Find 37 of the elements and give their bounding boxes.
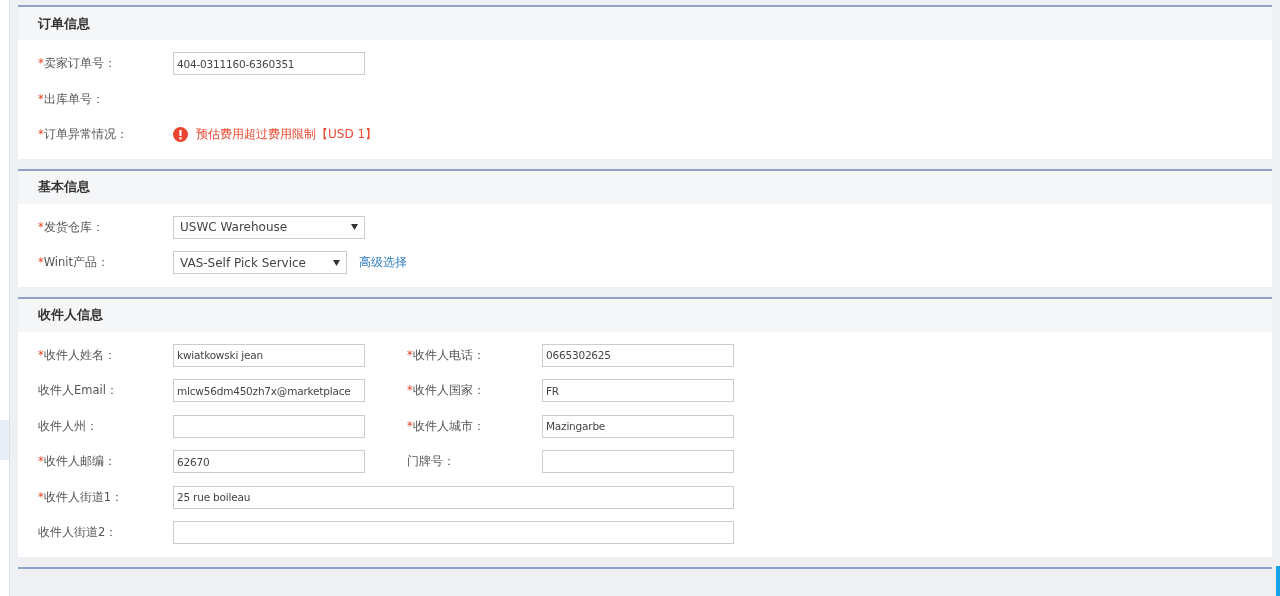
section-title: 基本信息 [38,178,90,196]
field-label: 收件人街道2： [38,525,119,541]
field-label: *收件人邮编： [38,454,117,470]
text-field[interactable] [542,450,734,474]
text-field[interactable]: 62670 [173,450,365,474]
field-label: 门牌号： [407,454,456,470]
field-label: *卖家订单号： [38,56,117,72]
field-label: *发货仓库： [38,219,105,235]
field-label: *出库单号： [38,91,105,107]
field-label: 收件人Email： [38,383,119,399]
field-label: *收件人姓名： [38,347,117,363]
dropdown[interactable]: VAS-Self Pick Service [173,251,347,275]
field-label: *收件人国家： [407,383,486,399]
warning-message: 预估费用超过费用限制【USD 1】 [196,126,378,144]
field-label: *收件人城市： [407,418,486,434]
text-field[interactable] [173,414,365,438]
field-label: 收件人州： [38,418,99,434]
text-field[interactable]: Mazingarbe [542,414,734,438]
text-field[interactable]: 0665302625 [542,343,734,367]
sidebar-item[interactable] [0,420,9,460]
text-field[interactable] [173,521,734,545]
caret-icon [351,224,358,231]
field-label: *收件人电话： [407,347,486,363]
field-label: *收件人街道1： [38,489,125,505]
dropdown[interactable]: USWC Warehouse [173,215,365,239]
section-title: 订单信息 [38,14,90,33]
text-field[interactable]: 404-0311160-6360351 [173,52,365,76]
text-field[interactable]: 25 rue boileau [173,485,734,509]
warning-icon [173,127,188,143]
text-field[interactable]: mlcw56dm450zh7x@marketplace [173,379,365,403]
field-label: *Winit产品： [38,255,111,271]
advanced-select-link[interactable]: 高级选择 [359,254,407,272]
text-field[interactable]: kwiatkowski jean [173,343,365,367]
field-label: *订单异常情况： [38,127,129,143]
caret-icon [333,259,340,266]
text-field[interactable]: FR [542,379,734,403]
section-title: 收件人信息 [38,306,103,324]
